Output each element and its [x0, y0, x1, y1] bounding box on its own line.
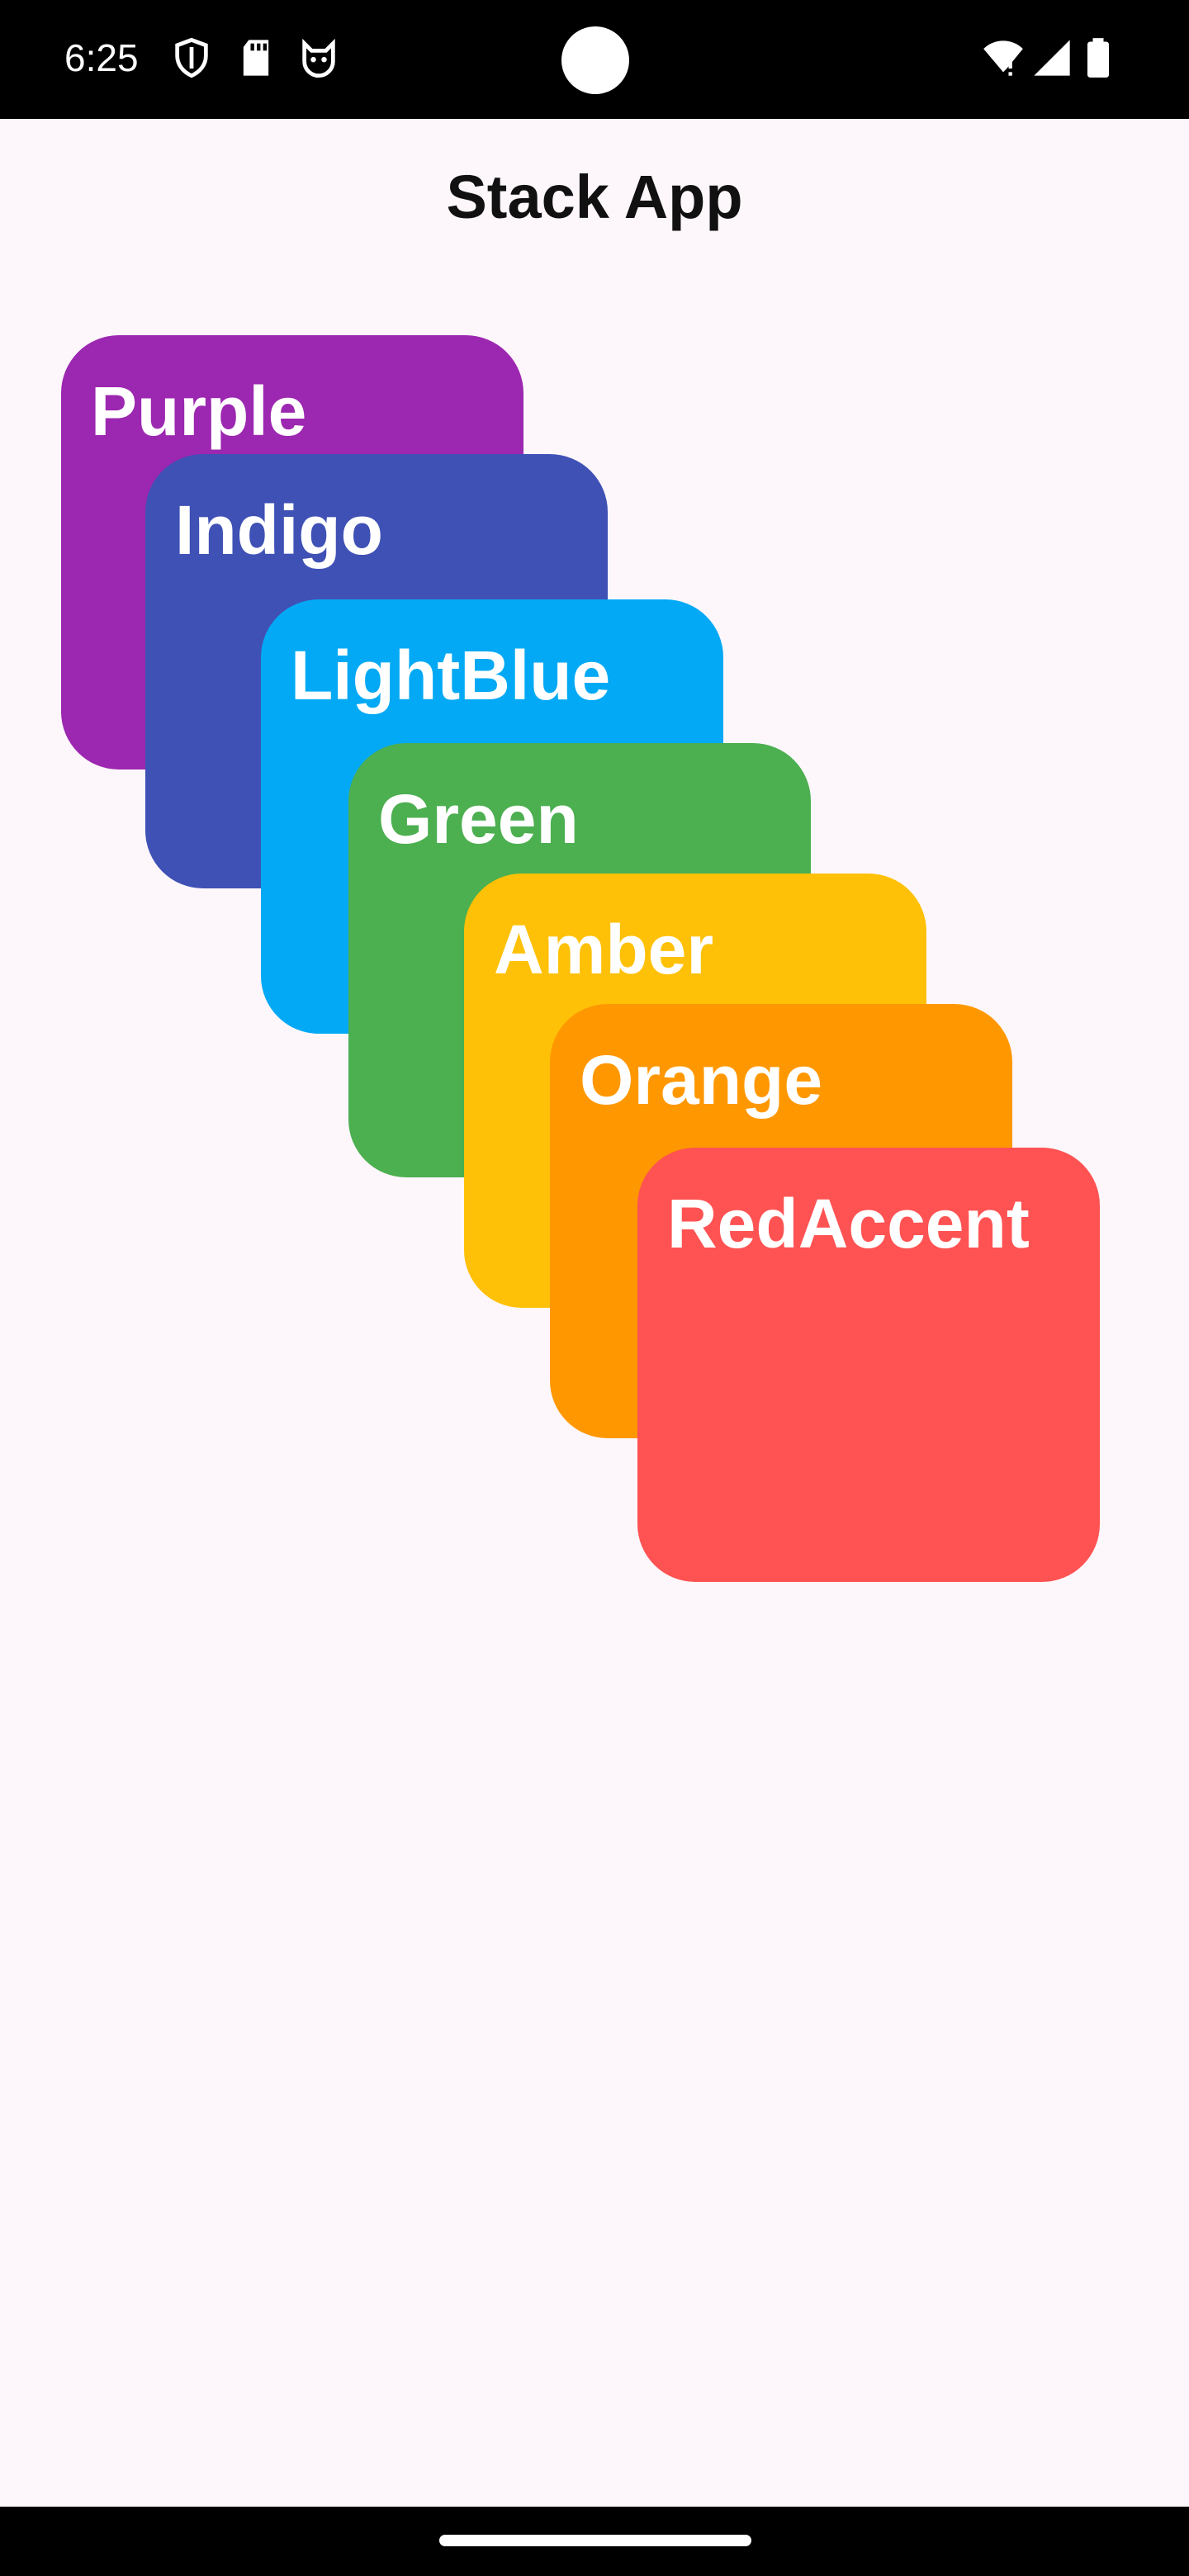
- card-label: RedAccent: [667, 1185, 1030, 1262]
- card-label: Green: [378, 780, 579, 858]
- battery-icon: [1087, 38, 1109, 78]
- wifi-icon: [983, 40, 1023, 76]
- home-gesture-handle[interactable]: [439, 2535, 751, 2546]
- signal-icon: [1034, 40, 1070, 76]
- card-label: Purple: [91, 372, 307, 450]
- camera-cutout: [561, 26, 629, 94]
- status-bar: 6:25: [0, 0, 1189, 119]
- app-content: Stack App Purple Indigo LightBlue Green …: [0, 119, 1189, 2507]
- phone-screen: 6:25 Stack App Purple Indigo LightBlue G…: [0, 0, 1189, 2576]
- navigation-bar: [0, 2507, 1189, 2576]
- sd-card-icon: [243, 40, 269, 76]
- cat-face-icon: [302, 38, 335, 78]
- status-time: 6:25: [64, 36, 139, 79]
- app-title: Stack App: [446, 163, 743, 231]
- card-redaccent[interactable]: RedAccent: [637, 1148, 1100, 1582]
- card-label: Indigo: [175, 491, 383, 569]
- card-label: Orange: [580, 1041, 823, 1119]
- shield-icon: [175, 37, 208, 78]
- card-label: LightBlue: [291, 637, 611, 714]
- card-label: Amber: [494, 911, 714, 988]
